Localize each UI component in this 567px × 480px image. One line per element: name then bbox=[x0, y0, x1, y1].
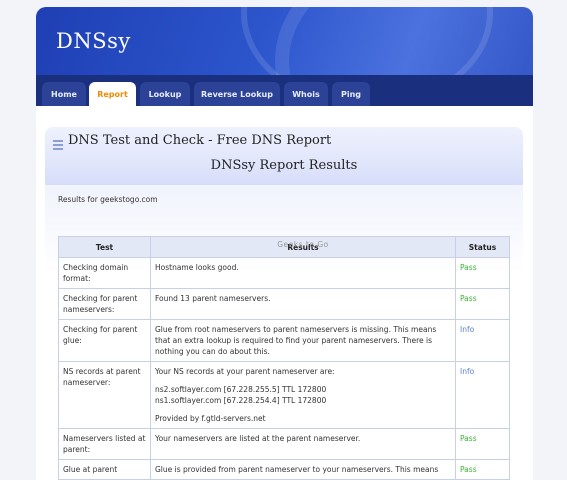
table-row: Glue at parent Glue is provided from par… bbox=[58, 459, 510, 480]
test-cell: Checking domain format: bbox=[58, 257, 151, 289]
report-body: Results for geekstogo.com Test Results G… bbox=[45, 185, 523, 480]
tab-lookup[interactable]: Lookup bbox=[140, 82, 190, 106]
status-cell: Pass bbox=[455, 288, 510, 320]
tab-home[interactable]: Home bbox=[42, 82, 86, 106]
report-table: Test Results Geeks to Go Status Checking… bbox=[58, 236, 510, 480]
watermark-text: Geeks to Go bbox=[277, 240, 329, 249]
page-title: DNS Test and Check - Free DNS Report bbox=[68, 133, 332, 148]
result-cell: Glue is provided from parent nameserver … bbox=[150, 459, 456, 480]
menu-lines-icon bbox=[53, 140, 63, 152]
status-cell: Info bbox=[455, 319, 510, 362]
site-logo[interactable]: DNSsy bbox=[56, 29, 131, 53]
column-header-status: Status bbox=[455, 236, 510, 258]
table-row: Checking for parent glue: Glue from root… bbox=[58, 319, 510, 362]
column-header-results: Results Geeks to Go bbox=[150, 236, 456, 258]
result-cell: Glue from root nameservers to parent nam… bbox=[150, 319, 456, 362]
table-row: Checking for parent nameservers: Found 1… bbox=[58, 288, 510, 320]
status-cell: Info bbox=[455, 361, 510, 429]
result-cell: Your nameservers are listed at the paren… bbox=[150, 428, 456, 460]
status-cell: Pass bbox=[455, 459, 510, 480]
report-heading: DNSsy Report Results bbox=[210, 158, 358, 173]
result-line: ns1.softlayer.com [67.228.254.4] TTL 172… bbox=[155, 396, 327, 405]
test-cell: Checking for parent nameservers: bbox=[58, 288, 151, 320]
results-for-label: Results for geekstogo.com bbox=[58, 195, 158, 204]
status-cell: Pass bbox=[455, 257, 510, 289]
test-cell: Glue at parent bbox=[58, 459, 151, 480]
main-nav: Home Report Lookup Reverse Lookup Whois … bbox=[36, 75, 533, 106]
result-line: ns2.softlayer.com [67.228.255.5] TTL 172… bbox=[155, 385, 327, 394]
tab-reverse-lookup[interactable]: Reverse Lookup bbox=[194, 82, 280, 106]
tab-ping[interactable]: Ping bbox=[332, 82, 370, 106]
tab-report[interactable]: Report bbox=[89, 82, 136, 106]
tab-whois[interactable]: Whois bbox=[284, 82, 328, 106]
test-cell: Checking for parent glue: bbox=[58, 319, 151, 362]
column-header-test: Test bbox=[58, 236, 151, 258]
result-cell: Hostname looks good. bbox=[150, 257, 456, 289]
banner-decoration bbox=[241, 7, 493, 75]
result-line: Your NS records at your parent nameserve… bbox=[155, 367, 335, 376]
result-cell: Found 13 parent nameservers. bbox=[150, 288, 456, 320]
header-banner: DNSsy bbox=[36, 7, 533, 75]
table-row: Nameservers listed at parent: Your names… bbox=[58, 428, 510, 460]
test-cell: Nameservers listed at parent: bbox=[58, 428, 151, 460]
status-cell: Pass bbox=[455, 428, 510, 460]
table-header-row: Test Results Geeks to Go Status bbox=[58, 236, 510, 258]
result-line: Provided by f.gtld-servers.net bbox=[155, 414, 266, 423]
title-panel: DNS Test and Check - Free DNS Report DNS… bbox=[45, 127, 523, 185]
table-row: Checking domain format: Hostname looks g… bbox=[58, 257, 510, 289]
table-row: NS records at parent nameserver: Your NS… bbox=[58, 361, 510, 429]
result-cell: Your NS records at your parent nameserve… bbox=[150, 361, 456, 429]
page-container: DNSsy Home Report Lookup Reverse Lookup … bbox=[36, 7, 533, 480]
test-cell: NS records at parent nameserver: bbox=[58, 361, 151, 429]
